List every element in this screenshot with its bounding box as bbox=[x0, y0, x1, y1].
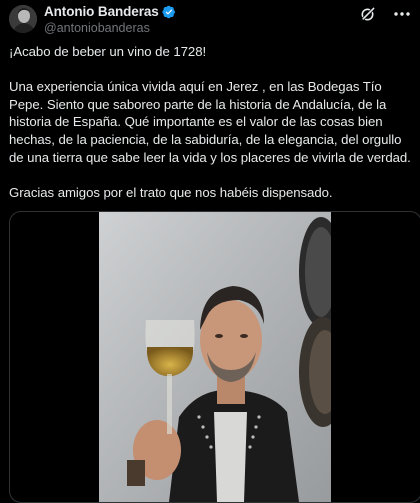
tweet: Antonio Banderas @antoniobanderas ¡Acabo… bbox=[0, 0, 420, 503]
grok-icon[interactable] bbox=[360, 6, 376, 22]
author-display-name[interactable]: Antonio Banderas bbox=[44, 4, 159, 19]
video-player[interactable] bbox=[9, 211, 420, 503]
avatar-portrait bbox=[9, 5, 37, 33]
tweet-text: ¡Acabo de beber un vino de 1728! Una exp… bbox=[9, 43, 413, 201]
video-still-image bbox=[99, 212, 331, 502]
video-frame[interactable] bbox=[99, 212, 331, 502]
more-options-icon[interactable] bbox=[392, 5, 412, 23]
author-handle[interactable]: @antoniobanderas bbox=[44, 21, 150, 35]
verified-badge-icon bbox=[162, 5, 176, 19]
author-name-row[interactable]: Antonio Banderas bbox=[44, 4, 176, 19]
avatar[interactable] bbox=[9, 5, 37, 33]
tweet-paragraph-1: ¡Acabo de beber un vino de 1728! bbox=[9, 44, 207, 59]
tweet-paragraph-3: Gracias amigos por el trato que nos habé… bbox=[9, 184, 333, 200]
tweet-paragraph-2: Una experiencia única vivida aquí en Jer… bbox=[9, 79, 411, 165]
